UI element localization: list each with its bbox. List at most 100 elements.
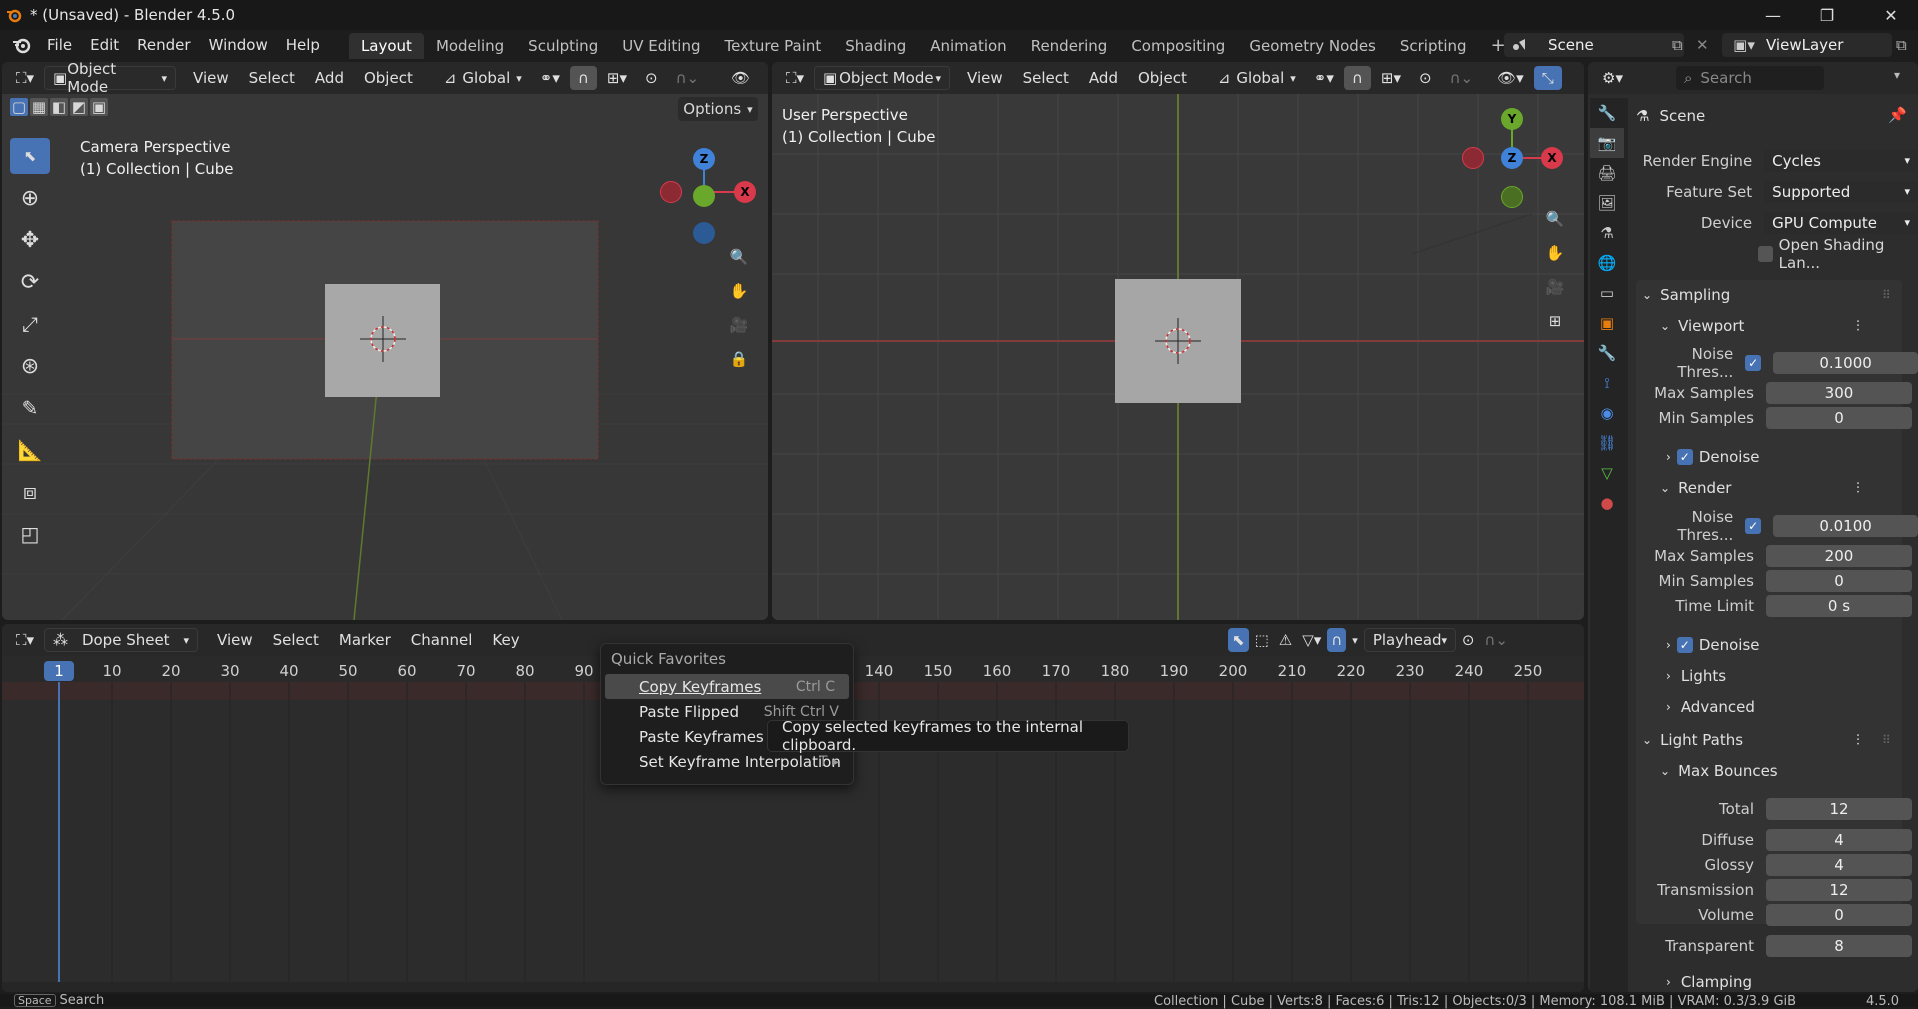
editor-type-button[interactable]: ⛶▾ (8, 628, 42, 652)
current-frame-indicator[interactable]: 1 (44, 661, 74, 681)
select-new-icon[interactable]: ▢ (10, 98, 28, 116)
add-cube-tool[interactable]: ⧈ (10, 474, 50, 510)
lights-subpanel-header[interactable]: › Lights (1636, 663, 1902, 689)
menu-add[interactable]: Add (1080, 69, 1127, 87)
presets-icon[interactable]: ⫶ (1856, 479, 1860, 497)
vp-noise-field[interactable]: 0.1000 (1773, 351, 1918, 374)
playhead-selector[interactable]: Playhead ▾ (1363, 628, 1456, 652)
drag-handle-icon[interactable]: ⠿ (1882, 288, 1891, 302)
vp-denoise-header[interactable]: › ✓ Denoise (1636, 444, 1902, 470)
light-paths-panel-header[interactable]: ⌄ Light Paths (1636, 727, 1902, 753)
tab-texture-paint[interactable]: Texture Paint (712, 33, 833, 59)
view-layer-tab-icon[interactable]: 🖼 (1590, 188, 1624, 218)
presets-icon[interactable]: ⫶ (1856, 731, 1860, 749)
constraints-tab-icon[interactable]: ⛓ (1590, 428, 1624, 458)
pivot-point-button[interactable]: ⚭▾ (1306, 66, 1342, 90)
feature-set-dropdown[interactable]: Supported ▾ (1764, 180, 1918, 203)
menu-channel[interactable]: Channel (402, 631, 482, 649)
select-invert-icon[interactable]: ◩ (70, 98, 88, 116)
time-limit-field[interactable]: 0 s (1766, 594, 1912, 617)
proportional-falloff-button[interactable]: ∩⌄ (668, 66, 708, 90)
tab-geometry-nodes[interactable]: Geometry Nodes (1237, 33, 1388, 59)
mode-selector[interactable]: ▣ Object Mode ▾ (814, 66, 951, 90)
world-tab-icon[interactable]: 🌐 (1590, 248, 1624, 278)
transform-orientation-selector[interactable]: ⊿ Global ▾ (1210, 66, 1304, 90)
max-bounces-subpanel-header[interactable]: ⌄ Max Bounces (1636, 758, 1902, 784)
maximize-button[interactable]: ❐ (1800, 0, 1854, 30)
chevron-down-icon[interactable]: ▾ (1894, 68, 1900, 82)
navigation-gizmo[interactable]: Z X (652, 138, 762, 248)
rotate-tool[interactable]: ⟳ (10, 264, 50, 300)
select-subtract-icon[interactable]: ◧ (50, 98, 68, 116)
r-denoise-checkbox[interactable]: ✓ (1676, 637, 1693, 653)
zoom-icon[interactable]: 🔍 (722, 240, 756, 274)
transmission-field[interactable]: 12 (1766, 878, 1912, 901)
perspective-grid-icon[interactable]: ⊞ (1538, 304, 1572, 338)
camera-view-icon[interactable]: 🎥 (1538, 270, 1572, 304)
snap-target-button[interactable]: ⊞▾ (1373, 66, 1409, 90)
gizmo-neg-z-axis[interactable] (693, 222, 715, 244)
total-field[interactable]: 12 (1766, 797, 1912, 820)
r-noise-field[interactable]: 0.0100 (1773, 514, 1918, 537)
data-tab-icon[interactable]: ▽ (1590, 458, 1624, 488)
menu-window[interactable]: Window (200, 30, 277, 60)
drag-handle-icon[interactable]: ⠿ (1882, 733, 1891, 747)
render-subpanel-header[interactable]: ⌄ Render (1636, 475, 1902, 501)
dope-sheet-mode-selector[interactable]: ⁂ Dope Sheet ▾ (44, 628, 199, 652)
auto-snap-toggle[interactable]: ∩ (1327, 628, 1347, 652)
snap-toggle[interactable]: ∩ (1343, 66, 1371, 90)
gizmo-neg-y-axis[interactable] (1501, 186, 1523, 208)
gizmo-x-axis[interactable]: X (1541, 147, 1563, 169)
proportional-edit-toggle[interactable]: ⊙ (637, 66, 666, 90)
gizmo-z-axis[interactable]: Z (693, 148, 715, 170)
osl-checkbox[interactable] (1758, 245, 1773, 262)
gizmo-neg-x-axis[interactable] (1462, 147, 1484, 169)
presets-icon[interactable]: ⫶ (1856, 317, 1860, 335)
device-dropdown[interactable]: GPU Compute ▾ (1764, 211, 1918, 234)
annotate-tool[interactable]: ✎ (10, 390, 50, 426)
tab-shading[interactable]: Shading (833, 33, 918, 59)
tab-layout[interactable]: Layout (348, 33, 424, 59)
volume-field[interactable]: 0 (1766, 903, 1912, 926)
select-intersect-icon[interactable]: ▣ (90, 98, 108, 116)
tab-scripting[interactable]: Scripting (1388, 33, 1479, 59)
menu-select[interactable]: Select (240, 69, 304, 87)
pin-icon[interactable]: 📌 (1888, 106, 1907, 124)
only-errors-toggle[interactable]: ⚠ (1275, 628, 1296, 652)
proportional-edit-toggle[interactable]: ⊙ (1458, 628, 1479, 652)
select-box-tool[interactable]: ⬉ (10, 138, 50, 174)
search-input[interactable]: ⌕ Search (1676, 66, 1824, 90)
vp-max-samples-field[interactable]: 300 (1766, 381, 1912, 404)
menu-help[interactable]: Help (277, 30, 329, 60)
r-min-samples-field[interactable]: 0 (1766, 569, 1912, 592)
scene-selector[interactable]: Scene (1504, 33, 1684, 57)
view-layer-selector[interactable]: ▣▾ ViewLayer (1722, 33, 1892, 57)
advanced-subpanel-header[interactable]: › Advanced (1636, 694, 1902, 720)
menu-view[interactable]: View (208, 631, 262, 649)
editor-type-button[interactable]: ⛶▾ (8, 66, 42, 90)
new-scene-icon[interactable]: ⧉ (1672, 36, 1683, 54)
tab-uv-editing[interactable]: UV Editing (610, 33, 712, 59)
r-noise-checkbox[interactable]: ✓ (1745, 517, 1762, 534)
pan-hand-icon[interactable]: ✋ (722, 274, 756, 308)
object-tab-icon[interactable]: ▣ (1590, 308, 1624, 338)
proportional-edit-toggle[interactable]: ⊙ (1411, 66, 1440, 90)
blender-menu-icon[interactable] (12, 36, 32, 54)
move-tool[interactable]: ✥ (10, 222, 50, 258)
tab-compositing[interactable]: Compositing (1119, 33, 1237, 59)
minimize-button[interactable]: — (1746, 0, 1800, 30)
mode-selector[interactable]: ▣ Object Mode ▾ (44, 62, 177, 96)
gizmo-x-axis[interactable]: X (734, 181, 756, 203)
pivot-point-button[interactable]: ⚭▾ (532, 66, 568, 90)
snap-menu-button[interactable]: ▾ (1348, 628, 1362, 652)
particles-tab-icon[interactable]: ⟟ (1590, 368, 1624, 398)
tab-rendering[interactable]: Rendering (1019, 33, 1120, 59)
vp-noise-checkbox[interactable]: ✓ (1745, 354, 1762, 371)
menu-select[interactable]: Select (264, 631, 328, 649)
render-engine-dropdown[interactable]: Cycles ▾ (1764, 149, 1918, 172)
menu-file[interactable]: File (38, 30, 81, 60)
menu-object[interactable]: Object (1129, 69, 1196, 87)
tool-tab-icon[interactable]: 🔧 (1590, 98, 1624, 128)
zoom-icon[interactable]: 🔍 (1538, 202, 1572, 236)
menu-view[interactable]: View (184, 69, 238, 87)
